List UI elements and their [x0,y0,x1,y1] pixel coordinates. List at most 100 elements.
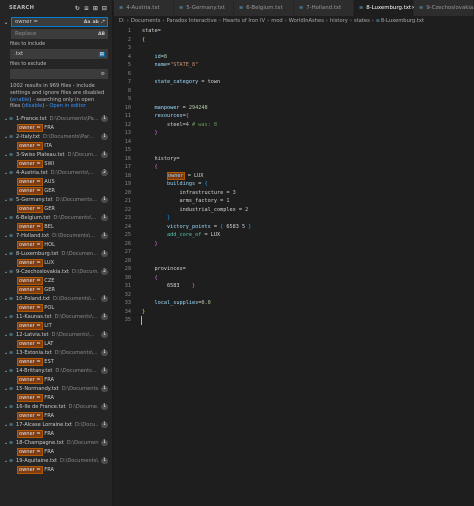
result-file-name[interactable]: 9-Czechoslovakia.txt [16,269,69,275]
result-file-name[interactable]: 1-France.txt [16,116,47,122]
code-line[interactable]: 7 state_category = town [114,78,474,87]
code-line[interactable]: 13 } [114,129,474,138]
result-file-name[interactable]: 11-Kaunas.txt [16,314,52,320]
breadcrumb-item[interactable]: Documents [131,18,161,24]
use-exclude-settings-icon[interactable]: ⚙ [101,72,105,77]
result-file-name[interactable]: 12-Latvia.txt [16,332,48,338]
result-match-row[interactable]: owner = FRA [0,429,112,438]
result-file-name[interactable]: 6-Belgium.txt [16,215,50,221]
result-file-row[interactable]: ⌄ ≡ 12-Latvia.txt D:\Documents\... 1 [0,330,112,339]
preserve-case-toggle[interactable]: AB [98,32,105,37]
result-match-row[interactable]: owner = FRA [0,447,112,456]
tab-label[interactable]: 9-Czechoslovakia.txt [426,5,474,11]
result-file-name[interactable]: 10-Poland.txt [16,296,50,302]
result-file-row[interactable]: ⌄ ≡ 4-Austria.txt D:\Documents\... 2 [0,168,112,177]
code-line[interactable]: 1 state= [114,27,474,36]
result-match-row[interactable]: owner = AUS [0,177,112,186]
tab[interactable]: ≡ 7-Holland.txt [294,0,354,16]
files-exclude-input[interactable]: ⚙ [10,69,108,79]
tab-label[interactable]: 8-Luxemburg.txt [366,5,411,11]
replace-placeholder[interactable]: Replace [15,31,98,37]
code-line[interactable]: 18 owner = LUX [114,171,474,181]
whole-word-toggle[interactable]: ab [92,20,98,25]
result-match-row[interactable]: owner = GER [0,285,112,294]
tab[interactable]: ≡ 4-Austria.txt [114,0,174,16]
result-file-row[interactable]: ⌄≡18-Champagne.txtD:\Document...1 [0,438,112,447]
result-file-row[interactable]: ⌄ ≡ 1-France.txt D:\Documents\Pa... 1 [0,114,112,123]
code-line[interactable]: 25 add_core_of = LUX [114,231,474,240]
code-line[interactable]: 26 } [114,240,474,249]
result-file-row[interactable]: ⌄ ≡ 6-Belgium.txt D:\Documents\... 1 [0,213,112,222]
result-file-name[interactable]: 19-Aquitaine.txt [16,458,57,464]
result-file-row[interactable]: ⌄ ≡ 15-Normandy.txt D:\Documents... 1 [0,384,112,393]
result-file-row[interactable]: ⌄ ≡ 10-Poland.txt D:\Documents\... 1 [0,294,112,303]
result-file-name[interactable]: 13-Estonia.txt [16,350,52,356]
code-line[interactable]: 8 [114,87,474,96]
result-match-row[interactable]: owner = FRA [0,123,112,132]
match-case-toggle[interactable]: Aa [84,20,91,25]
tab-label[interactable]: 5-Germany.txt [186,5,225,11]
result-file-name[interactable]: 8-Luxemburg.txt [16,251,58,257]
result-match-row[interactable]: owner = FRA [0,393,112,402]
result-match-row[interactable]: owner = LAT [0,339,112,348]
result-file-name[interactable]: 18-Champagne.txt [16,440,64,446]
result-file-row[interactable]: ⌄ ≡ 19-Aquitaine.txt D:\Documents\... 1 [0,456,112,465]
tab-label[interactable]: 4-Austria.txt [126,5,159,11]
clear-results-icon[interactable]: ≡ [83,5,90,12]
result-file-name[interactable]: 15-Normandy.txt [16,386,59,392]
code-line[interactable]: 24 victory_points = { 6583 5 } [114,223,474,232]
result-file-name[interactable]: 14-Brittany.txt [16,368,52,374]
result-file-name[interactable]: 5-Germany.txt [16,197,53,203]
code-line[interactable]: 20 infrastructure = 3 [114,189,474,198]
result-match-row[interactable]: owner = SWI [0,159,112,168]
result-file-row[interactable]: ⌄ ≡ 11-Kaunas.txt D:\Documents\... 1 [0,312,112,321]
result-file-row[interactable]: ⌄ ≡ 7-Holland.txt D:\Documents\... 1 [0,231,112,240]
result-match-row[interactable]: owner = HOL [0,240,112,249]
result-match-row[interactable]: owner = GER [0,186,112,195]
code-line-current[interactable]: 35 [114,316,474,325]
code-line[interactable]: 28 [114,257,474,266]
open-in-editor-link[interactable]: Open in editor [49,103,85,109]
result-file-row[interactable]: ⌄ ≡ 17-Alcase Lorraine.txt D:\Docu... 1 [0,420,112,429]
code-line[interactable]: 10 manpower = 294248 [114,104,474,113]
code-line[interactable]: 3 [114,44,474,53]
code-line[interactable]: 22 industrial_complex = 2 [114,206,474,215]
breadcrumb-item[interactable]: Paradox Interactive [166,18,216,24]
result-match-row[interactable]: owner = LUX [0,258,112,267]
code-line[interactable]: 9 [114,95,474,104]
code-line[interactable]: 21 arms_factory = 1 [114,197,474,206]
result-match-row[interactable]: owner = BEL [0,222,112,231]
code-line[interactable]: 29 provinces= [114,265,474,274]
result-file-name[interactable]: 2-Italy.txt [16,134,40,140]
code-line[interactable]: 23 } [114,214,474,223]
enable-link[interactable]: enable [12,97,29,103]
code-line[interactable]: 17 { [114,163,474,172]
result-match-row[interactable]: owner = FRA [0,375,112,384]
tab-label[interactable]: 6-Belgium.txt [246,5,282,11]
code-line[interactable]: 12 steel=4 # was: 8 [114,121,474,130]
result-file-name[interactable]: 7-Holland.txt [16,233,49,239]
result-file-name[interactable]: 16-Ile de France.txt [16,404,66,410]
result-file-row[interactable]: ⌄ ≡ 8-Luxemburg.txt D:\Documen... 1 [0,249,112,258]
code-line[interactable]: 32 [114,291,474,300]
code-line[interactable]: 19 buildings = { [114,180,474,189]
code-line[interactable]: 27 [114,248,474,257]
breadcrumb-item[interactable]: states [354,18,370,24]
breadcrumb-item[interactable]: mod [271,18,283,24]
breadcrumb-item[interactable]: 8-Luxemburg.txt [381,18,424,24]
result-file-row[interactable]: ⌄≡9-Czechoslovakia.txtD:\Docum...2 [0,267,112,276]
replace-input[interactable]: Replace AB [11,29,108,39]
disable-link[interactable]: disable [24,103,42,109]
code-line[interactable]: 31 6583 } [114,282,474,291]
code-editor[interactable]: 1 state= 2{ 3 4 id=8 5 name="STATE_8" 6 7… [114,27,474,506]
code-line[interactable]: 4 id=8 [114,53,474,62]
code-line[interactable]: 14 [114,138,474,147]
files-include-input[interactable]: .txt ▤ [10,49,108,59]
files-include-value[interactable]: .txt [14,51,99,57]
result-match-row[interactable]: owner = FRA [0,411,112,420]
tab[interactable]: ≡ 5-Germany.txt [174,0,234,16]
tab[interactable]: ≡9-Czechoslovakia.txt [414,0,474,16]
result-match-row[interactable]: owner = LIT [0,321,112,330]
breadcrumb-item[interactable]: history [330,18,348,24]
breadcrumb-item[interactable]: WorldInAshes [289,18,324,24]
